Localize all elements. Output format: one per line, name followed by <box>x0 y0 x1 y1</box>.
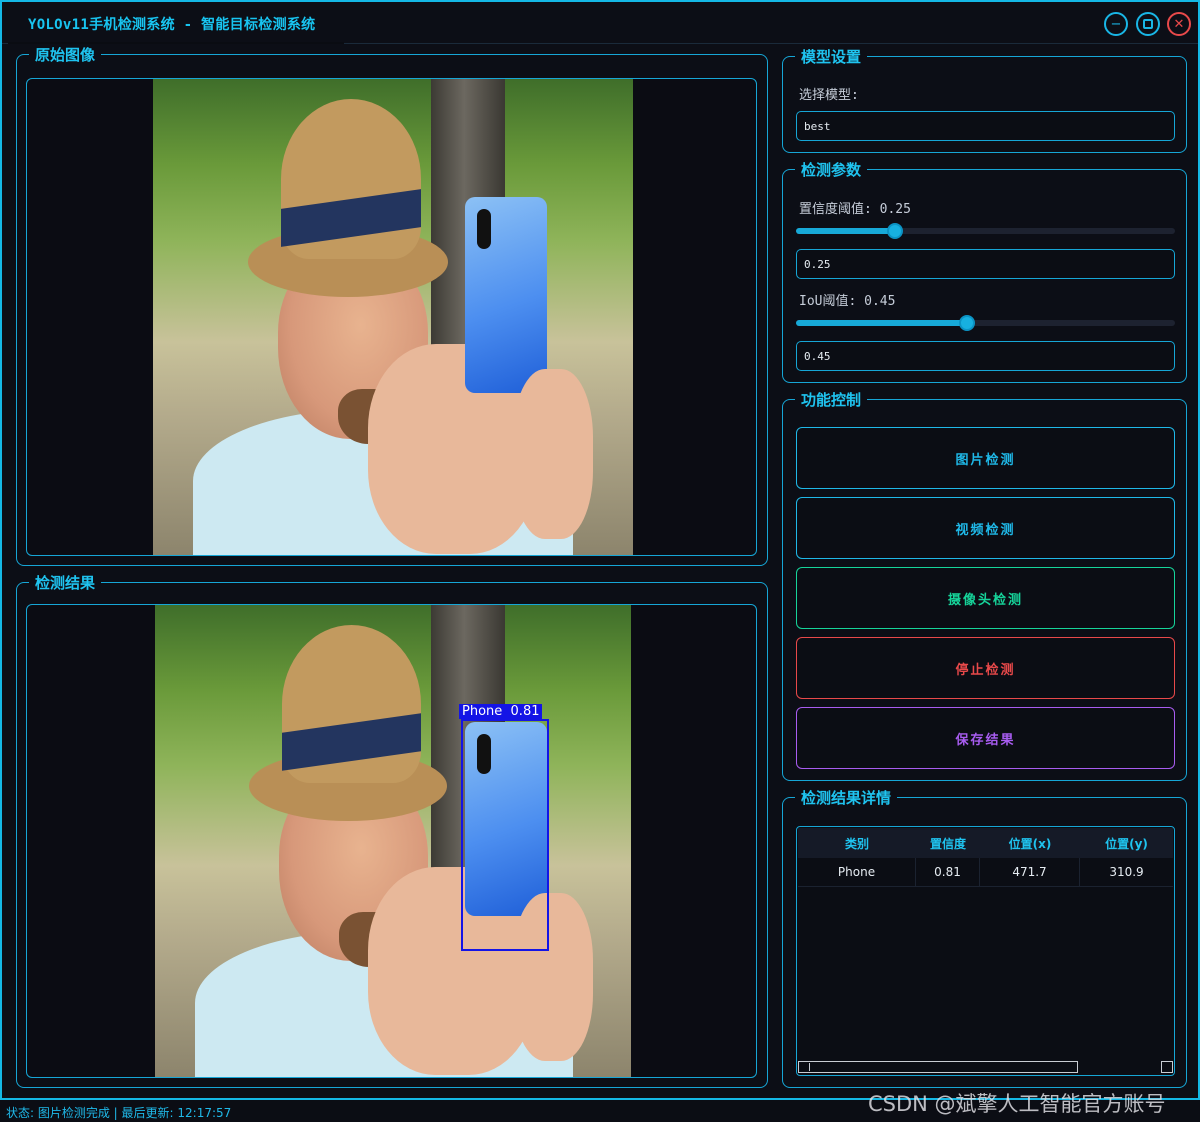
original-image-frame <box>26 78 757 556</box>
iou-input[interactable]: 0.45 <box>796 341 1175 371</box>
confidence-slider[interactable] <box>796 223 1175 239</box>
table-row[interactable]: Phone 0.81 471.7 310.9 <box>798 858 1173 887</box>
video-detect-button[interactable]: 视频检测 <box>796 497 1175 559</box>
confidence-slider-handle[interactable] <box>887 223 903 239</box>
result-image-title: 检测结果 <box>29 572 102 593</box>
status-text: 状态: 图片检测完成 | 最后更新: 12:17:57 <box>6 1106 232 1120</box>
select-model-label: 选择模型: <box>799 88 859 103</box>
detection-details-title: 检测结果详情 <box>795 787 898 808</box>
minimize-button[interactable]: − <box>1104 12 1128 36</box>
horizontal-scrollbar[interactable] <box>798 1061 1078 1073</box>
app-window: YOLOv11手机检测系统 - 智能目标检测系统 − ✕ 原始图像 检测结果 P… <box>0 0 1200 1100</box>
model-settings-title: 模型设置 <box>795 46 868 67</box>
confidence-label: 置信度阈值: 0.25 <box>799 202 911 217</box>
column-header-y[interactable]: 位置(y) <box>1080 828 1173 858</box>
maximize-button[interactable] <box>1136 12 1160 36</box>
cell-class: Phone <box>798 858 916 886</box>
result-image-frame: Phone 0.81 <box>26 604 757 1078</box>
window-title: YOLOv11手机检测系统 - 智能目标检测系统 <box>28 17 316 33</box>
cell-y: 310.9 <box>1109 865 1144 879</box>
maximize-icon <box>1143 19 1153 29</box>
minimize-icon: − <box>1110 16 1122 32</box>
model-select[interactable]: best <box>796 111 1175 141</box>
column-header-confidence[interactable]: 置信度 <box>916 828 980 858</box>
column-header-class[interactable]: 类别 <box>798 828 916 858</box>
cell-x: 471.7 <box>980 858 1080 886</box>
watermark: CSDN @斌擎人工智能官方账号 <box>868 1092 1166 1116</box>
confidence-input[interactable]: 0.25 <box>796 249 1175 279</box>
close-icon: ✕ <box>1173 16 1185 32</box>
stop-detect-button[interactable]: 停止检测 <box>796 637 1175 699</box>
iou-label: IoU阈值: 0.45 <box>799 294 896 309</box>
detection-params-title: 检测参数 <box>795 159 868 180</box>
results-table[interactable]: 类别 置信度 位置(x) 位置(y) Phone 0.81 471.7 310.… <box>796 826 1175 1076</box>
iou-slider[interactable] <box>796 315 1175 331</box>
save-result-button[interactable]: 保存结果 <box>796 707 1175 769</box>
confidence-slider-fill <box>796 228 896 234</box>
column-header-x[interactable]: 位置(x) <box>980 828 1080 858</box>
table-header: 类别 置信度 位置(x) 位置(y) <box>798 828 1173 858</box>
iou-slider-handle[interactable] <box>959 315 975 331</box>
detection-label: Phone 0.81 <box>459 704 543 719</box>
scrollbar-corner <box>1161 1061 1173 1073</box>
iou-slider-fill <box>796 320 968 326</box>
result-image: Phone 0.81 <box>155 605 631 1077</box>
scrollbar-handle[interactable] <box>800 1063 810 1071</box>
original-image <box>153 79 633 555</box>
title-bar[interactable]: YOLOv11手机检测系统 - 智能目标检测系统 − ✕ <box>2 2 1198 44</box>
detection-box <box>461 719 549 951</box>
close-button[interactable]: ✕ <box>1167 12 1191 36</box>
function-control-title: 功能控制 <box>795 389 868 410</box>
camera-detect-button[interactable]: 摄像头检测 <box>796 567 1175 629</box>
image-detect-button[interactable]: 图片检测 <box>796 427 1175 489</box>
original-image-title: 原始图像 <box>29 44 102 65</box>
cell-confidence: 0.81 <box>916 858 980 886</box>
